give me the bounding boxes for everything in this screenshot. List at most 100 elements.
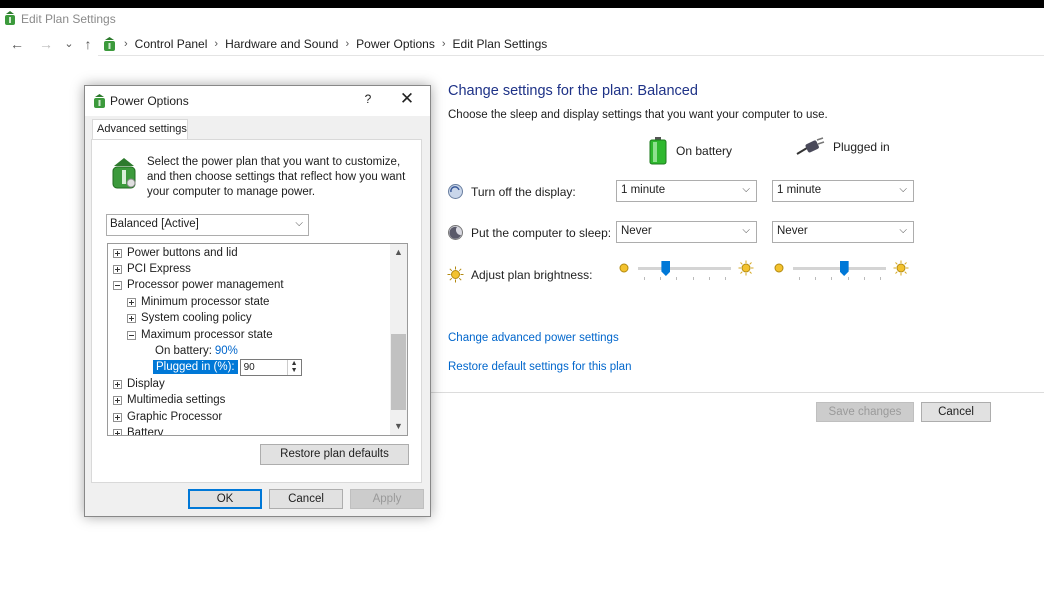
- tree-item-battery[interactable]: Battery: [113, 425, 164, 436]
- collapse-icon[interactable]: [113, 280, 122, 290]
- expand-icon[interactable]: [113, 379, 122, 389]
- plan-select[interactable]: Balanced [Active] ⌵: [106, 214, 309, 236]
- cancel-button[interactable]: Cancel: [921, 402, 991, 422]
- restore-default-settings-link[interactable]: Restore default settings for this plan: [448, 361, 631, 373]
- breadcrumb-power-options[interactable]: Power Options: [356, 37, 435, 51]
- row-label-text: Put the computer to sleep:: [471, 225, 612, 240]
- sleep-moon-icon: [448, 225, 463, 240]
- sleep-battery-select[interactable]: Never ⌵: [616, 221, 757, 243]
- dialog-cancel-button[interactable]: Cancel: [269, 489, 343, 509]
- save-changes-button[interactable]: Save changes: [816, 402, 914, 422]
- window-title: Edit Plan Settings: [21, 12, 116, 26]
- chevron-down-icon: ⌵: [899, 225, 907, 236]
- brightness-plugged-slider[interactable]: [773, 258, 913, 280]
- breadcrumb: › Control Panel › Hardware and Sound › P…: [122, 37, 547, 51]
- scrollbar-thumb[interactable]: [391, 334, 406, 410]
- tree-item-processor-power[interactable]: Processor power management: [113, 277, 284, 293]
- bright-sun-icon: [738, 260, 754, 276]
- tree-item-plugged-in[interactable]: Plugged in (%): 90 ▲ ▼: [153, 358, 302, 376]
- tree-item-cooling-policy[interactable]: System cooling policy: [127, 310, 252, 326]
- tree-item-label: System cooling policy: [141, 312, 252, 324]
- breadcrumb-separator-icon: ›: [124, 38, 128, 50]
- forward-arrow-icon[interactable]: →: [38, 36, 54, 52]
- settings-tree[interactable]: Power buttons and lid PCI Express Proces…: [107, 243, 408, 436]
- select-value: Never: [621, 225, 652, 237]
- tree-item-label: Battery: [127, 427, 164, 436]
- page-subtitle: Choose the sleep and display settings th…: [448, 109, 828, 121]
- ok-button[interactable]: OK: [188, 489, 262, 509]
- expand-icon[interactable]: [127, 297, 136, 307]
- restore-plan-defaults-button[interactable]: Restore plan defaults: [260, 444, 409, 465]
- column-header-battery: On battery: [648, 137, 732, 165]
- breadcrumb-separator-icon: ›: [345, 38, 350, 50]
- tree-scrollbar[interactable]: ▲ ▼: [390, 244, 407, 435]
- close-icon[interactable]: ✕: [398, 89, 416, 109]
- expand-icon[interactable]: [113, 248, 122, 258]
- row-brightness: Adjust plan brightness:: [447, 266, 592, 283]
- tree-item-min-processor-state[interactable]: Minimum processor state: [127, 294, 269, 310]
- slider-track: [793, 267, 886, 270]
- breadcrumb-hardware-and-sound[interactable]: Hardware and Sound: [225, 37, 338, 51]
- row-label-text: Turn off the display:: [471, 184, 576, 199]
- expand-icon[interactable]: [113, 395, 122, 405]
- intro-text: Select the power plan that you want to c…: [147, 156, 406, 198]
- tree-item-label: Power buttons and lid: [127, 247, 238, 259]
- scroll-up-icon[interactable]: ▲: [390, 244, 407, 261]
- scroll-down-icon[interactable]: ▼: [390, 418, 407, 435]
- dialog-titlebar: Power Options ? ✕: [85, 86, 430, 116]
- tree-item-display[interactable]: Display: [113, 376, 165, 392]
- on-battery-value-link[interactable]: 90%: [215, 345, 238, 357]
- spinbox-value: 90: [243, 361, 255, 373]
- breadcrumb-separator-icon: ›: [214, 38, 219, 50]
- apply-button[interactable]: Apply: [350, 489, 424, 509]
- collapse-icon[interactable]: [127, 330, 136, 340]
- sleep-plugged-select[interactable]: Never ⌵: [772, 221, 914, 243]
- display-off-plugged-select[interactable]: 1 minute ⌵: [772, 180, 914, 202]
- dim-sun-icon: [774, 263, 784, 273]
- window-titlebar: Edit Plan Settings: [0, 8, 1044, 30]
- slider-ticks: [799, 277, 881, 280]
- power-options-icon: [94, 94, 105, 108]
- page-title: Change settings for the plan: Balanced: [448, 83, 698, 99]
- dialog-title: Power Options: [110, 94, 189, 108]
- slider-ticks: [644, 277, 726, 280]
- address-bar[interactable]: › Control Panel › Hardware and Sound › P…: [98, 34, 1044, 56]
- change-advanced-settings-link[interactable]: Change advanced power settings: [448, 332, 619, 344]
- tree-item-label: Graphic Processor: [127, 411, 223, 423]
- expand-icon[interactable]: [127, 313, 136, 323]
- tree-item-pci-express[interactable]: PCI Express: [113, 261, 191, 277]
- power-plan-icon: [112, 158, 136, 189]
- expand-icon[interactable]: [113, 412, 122, 422]
- back-arrow-icon[interactable]: ←: [9, 36, 25, 52]
- breadcrumb-edit-plan-settings[interactable]: Edit Plan Settings: [453, 37, 548, 51]
- display-off-battery-select[interactable]: 1 minute ⌵: [616, 180, 757, 202]
- breadcrumb-control-panel[interactable]: Control Panel: [135, 37, 208, 51]
- column-header-plugged-label: Plugged in: [833, 140, 890, 154]
- expand-icon[interactable]: [113, 264, 122, 274]
- recent-locations-chevron-icon[interactable]: ⌄: [61, 36, 77, 52]
- help-icon[interactable]: ?: [361, 92, 375, 106]
- slider-thumb[interactable]: [661, 261, 671, 276]
- row-turn-off-display: Turn off the display:: [447, 183, 576, 200]
- tree-item-max-processor-state[interactable]: Maximum processor state: [127, 327, 273, 343]
- column-header-plugged: Plugged in: [795, 137, 890, 157]
- expand-icon[interactable]: [113, 428, 122, 435]
- control-panel-icon: [104, 37, 115, 51]
- plugged-in-spinbox[interactable]: 90 ▲ ▼: [239, 358, 302, 376]
- display-icon: [448, 184, 463, 199]
- tab-advanced-settings[interactable]: Advanced settings: [92, 119, 188, 140]
- tree-item-multimedia[interactable]: Multimedia settings: [113, 392, 225, 408]
- spin-up-down-icon[interactable]: ▲ ▼: [286, 359, 301, 375]
- slider-thumb[interactable]: [839, 261, 849, 276]
- slider-track: [638, 267, 731, 270]
- brightness-battery-slider[interactable]: [618, 258, 758, 280]
- dim-sun-icon: [619, 263, 629, 273]
- tree-item-on-battery[interactable]: On battery: 90%: [155, 343, 238, 359]
- power-options-dialog: Power Options ? ✕ Advanced settings Sele…: [84, 85, 431, 517]
- setting-label-selected: Plugged in (%):: [153, 360, 238, 374]
- tree-item-graphic-processor[interactable]: Graphic Processor: [113, 409, 222, 425]
- tree-item-power-buttons[interactable]: Power buttons and lid: [113, 245, 238, 261]
- select-value: 1 minute: [777, 184, 822, 196]
- up-arrow-icon[interactable]: ↑: [80, 36, 96, 52]
- select-value: Never: [777, 225, 808, 237]
